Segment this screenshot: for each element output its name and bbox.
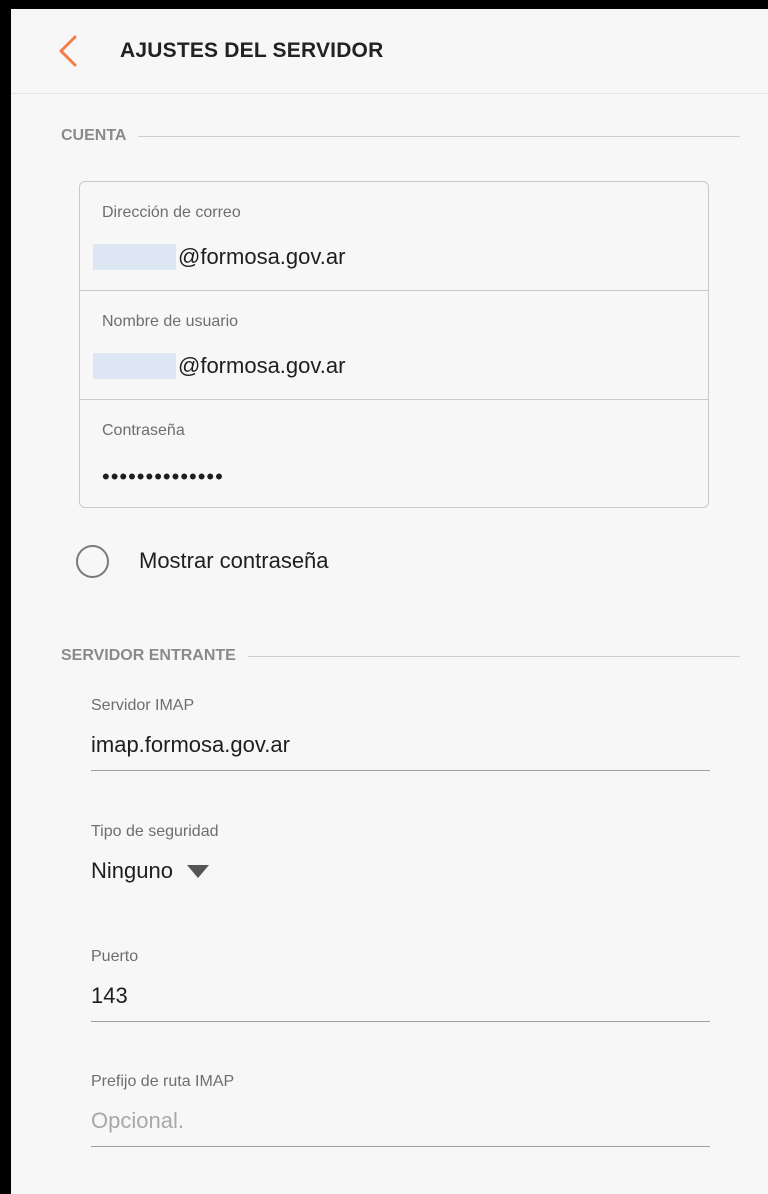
show-password-toggle[interactable]: Mostrar contraseña xyxy=(76,540,329,582)
page-title: AJUSTES DEL SERVIDOR xyxy=(120,39,384,62)
email-value: @formosa.gov.ar xyxy=(178,244,346,269)
password-label: Contraseña xyxy=(102,422,185,439)
redacted-block xyxy=(93,244,176,270)
imap-server-input[interactable]: imap.formosa.gov.ar xyxy=(91,730,710,760)
account-card: Dirección de correo @formosa.gov.ar Nomb… xyxy=(79,181,709,508)
security-type-row: Ninguno xyxy=(91,856,710,886)
input-underline xyxy=(91,770,710,771)
section-divider xyxy=(247,655,740,657)
imap-server-field[interactable]: Servidor IMAP imap.formosa.gov.ar xyxy=(91,697,710,771)
imap-prefix-input[interactable]: Opcional. xyxy=(91,1106,710,1136)
username-label: Nombre de usuario xyxy=(102,313,239,330)
input-underline xyxy=(91,1021,710,1022)
password-field[interactable]: Contraseña •••••••••••••• xyxy=(80,400,708,508)
security-type-value: Ninguno xyxy=(91,858,173,883)
incoming-server-section-header: SERVIDOR ENTRANTE xyxy=(61,646,740,666)
section-divider xyxy=(138,135,740,137)
username-field[interactable]: Nombre de usuario @formosa.gov.ar xyxy=(80,291,708,400)
show-password-radio[interactable] xyxy=(76,544,109,578)
imap-prefix-label: Prefijo de ruta IMAP xyxy=(91,1073,235,1090)
imap-prefix-field[interactable]: Prefijo de ruta IMAP Opcional. xyxy=(91,1073,710,1147)
imap-server-label: Servidor IMAP xyxy=(91,697,195,714)
port-field[interactable]: Puerto 143 xyxy=(91,948,710,1022)
email-label: Dirección de correo xyxy=(102,204,241,221)
chevron-left-icon xyxy=(59,35,77,67)
redacted-block xyxy=(93,353,176,379)
section-title-cuenta: CUENTA xyxy=(61,127,127,144)
email-value-row: @formosa.gov.ar xyxy=(93,244,345,270)
app-header: AJUSTES DEL SERVIDOR xyxy=(11,9,768,94)
username-value: @formosa.gov.ar xyxy=(178,353,346,378)
email-field[interactable]: Dirección de correo @formosa.gov.ar xyxy=(80,182,708,291)
section-title-servidor-entrante: SERVIDOR ENTRANTE xyxy=(61,647,236,664)
show-password-label: Mostrar contraseña xyxy=(139,548,329,573)
account-section-header: CUENTA xyxy=(61,126,740,146)
security-type-label: Tipo de seguridad xyxy=(91,823,219,840)
port-label: Puerto xyxy=(91,948,139,965)
port-input[interactable]: 143 xyxy=(91,981,710,1011)
username-value-row: @formosa.gov.ar xyxy=(93,353,345,379)
security-type-select[interactable]: Ninguno xyxy=(91,856,209,886)
security-type-field[interactable]: Tipo de seguridad Ninguno xyxy=(91,823,710,886)
input-underline xyxy=(91,1146,710,1147)
password-value: •••••••••••••• xyxy=(102,464,224,489)
back-button[interactable] xyxy=(47,29,91,73)
dropdown-arrow-icon xyxy=(186,864,209,878)
server-settings-screen: AJUSTES DEL SERVIDOR CUENTA Dirección de… xyxy=(11,9,768,1194)
